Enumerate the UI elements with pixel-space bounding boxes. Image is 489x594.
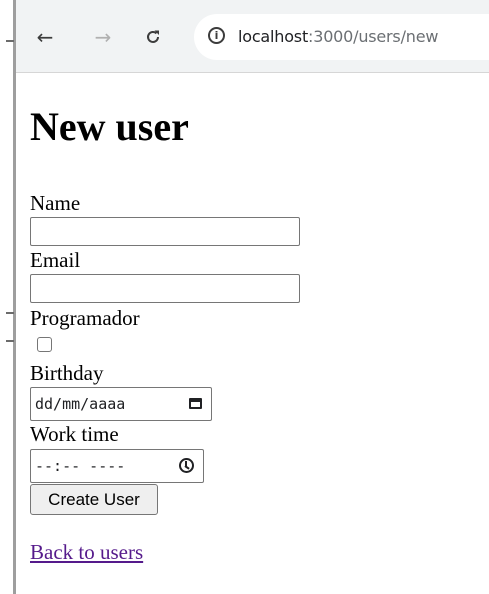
- programador-checkbox[interactable]: [37, 337, 52, 352]
- reload-icon[interactable]: [142, 26, 164, 48]
- info-icon[interactable]: i: [208, 27, 225, 44]
- birthday-label: Birthday: [30, 361, 104, 385]
- url-host: localhost: [238, 27, 309, 46]
- forward-arrow-icon[interactable]: →: [92, 26, 114, 48]
- edge-mark: [6, 40, 14, 42]
- birthday-placeholder: dd/mm/aaaa: [35, 395, 126, 413]
- name-input[interactable]: [30, 217, 300, 246]
- back-arrow-icon[interactable]: ←: [34, 26, 56, 48]
- url-text[interactable]: localhost:3000/users/new: [238, 27, 438, 46]
- browser-window: ← → i localhost:3000/users/new New user …: [0, 0, 489, 594]
- edge-mark: [6, 312, 14, 314]
- work-time-label: Work time: [30, 422, 119, 446]
- back-to-users-link[interactable]: Back to users: [30, 542, 143, 563]
- browser-toolbar: ← → i localhost:3000/users/new: [16, 0, 489, 73]
- reload-glyph: [147, 30, 159, 43]
- clock-icon[interactable]: [179, 458, 194, 473]
- birthday-date-input[interactable]: dd/mm/aaaa: [30, 387, 212, 421]
- edge-mark: [6, 340, 14, 342]
- email-label: Email: [30, 248, 81, 272]
- url-path: :3000/users/new: [308, 27, 439, 46]
- email-input[interactable]: [30, 274, 300, 303]
- programador-label: Programador: [30, 306, 140, 330]
- work-time-input[interactable]: --:-- ----: [30, 449, 204, 483]
- page-title: New user: [30, 104, 189, 149]
- calendar-icon[interactable]: [189, 398, 202, 409]
- work-time-placeholder: --:-- ----: [35, 457, 126, 475]
- name-label: Name: [30, 191, 81, 215]
- window-border: [13, 0, 16, 594]
- adjacent-window-edge: [0, 0, 16, 594]
- create-user-button[interactable]: Create User: [30, 484, 158, 515]
- address-bar[interactable]: i localhost:3000/users/new: [194, 14, 489, 60]
